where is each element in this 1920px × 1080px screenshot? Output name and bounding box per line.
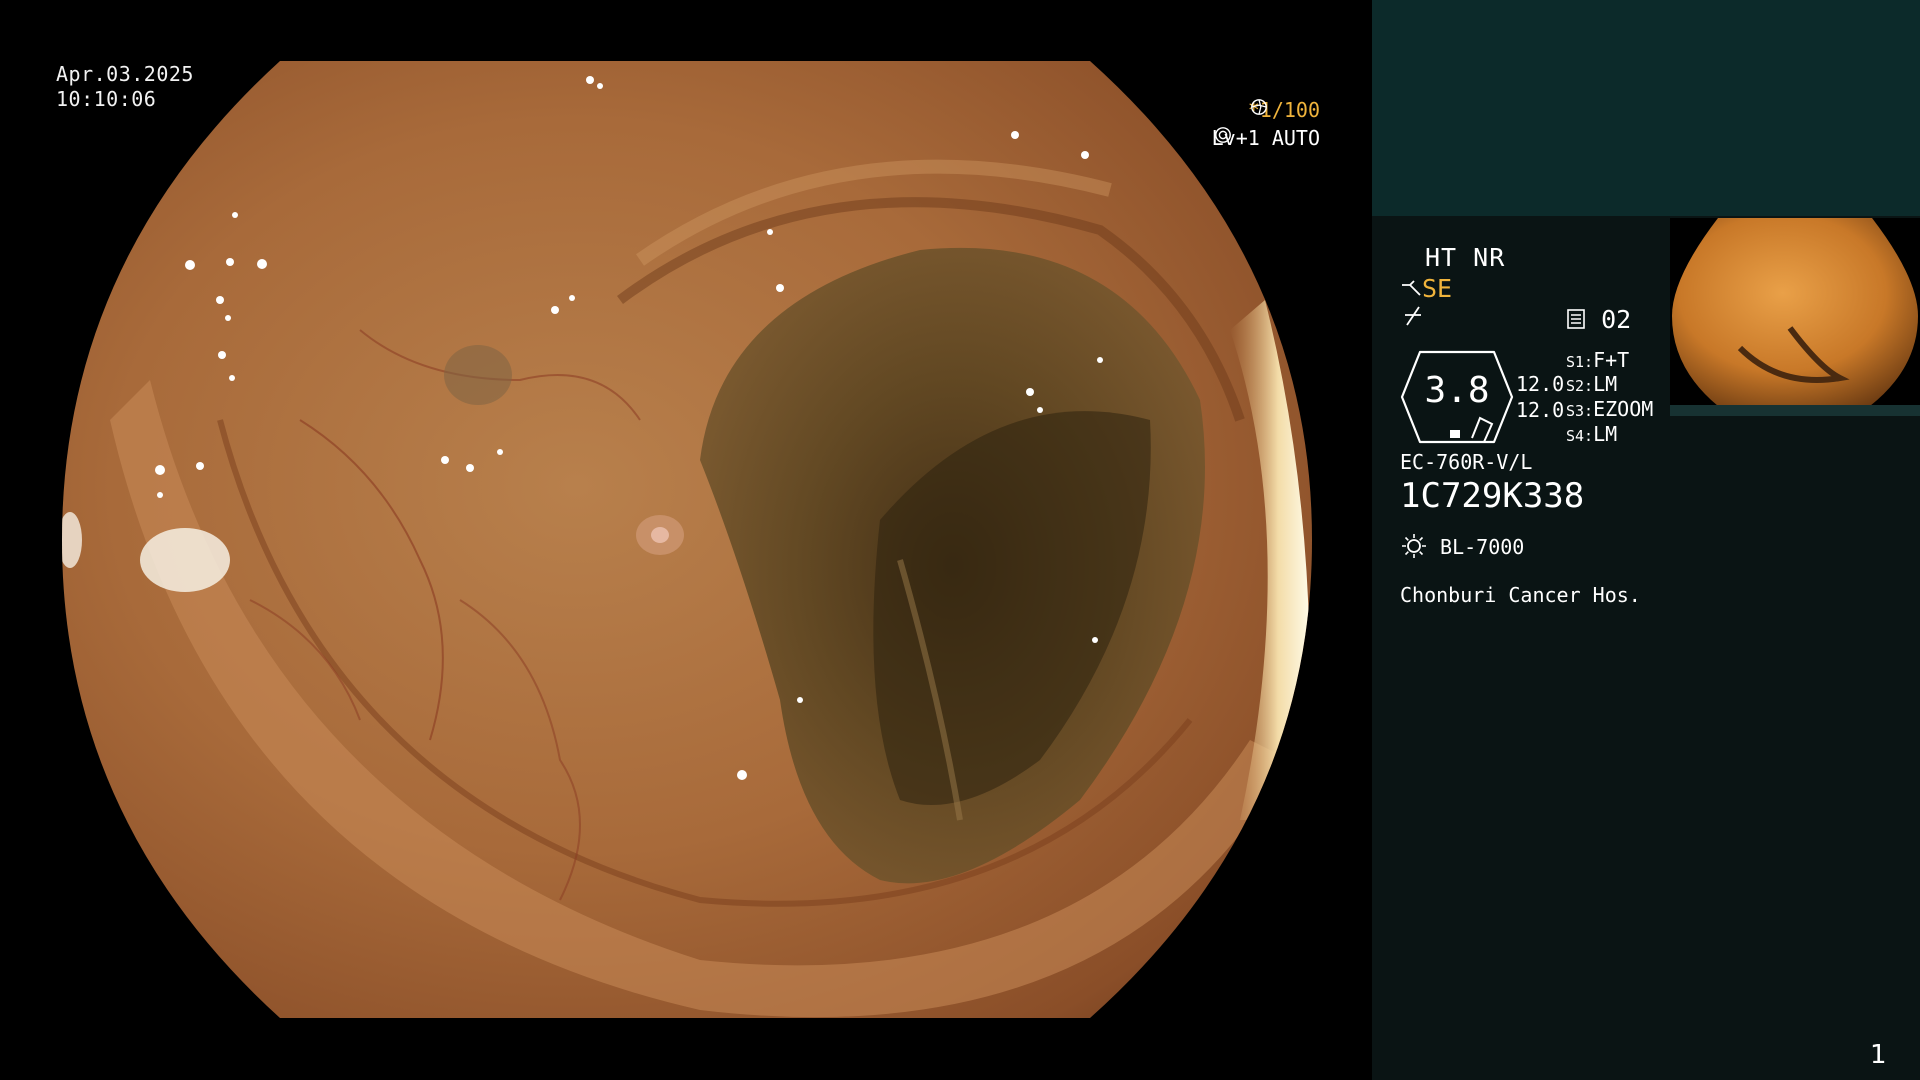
datetime-display: Apr.03.2025 10:10:06 — [56, 62, 194, 112]
switch-s3: S3:EZOOM — [1566, 397, 1653, 421]
fuse-icon — [1405, 306, 1421, 326]
switch-s2: S2:LM — [1566, 372, 1617, 396]
switch-value: LM — [1593, 372, 1618, 396]
zoom-value: 3.8 — [1424, 370, 1490, 411]
exposure-level: Lv+1 AUTO — [1212, 126, 1320, 150]
info-panel-header — [1372, 0, 1920, 216]
record-icon — [1567, 309, 1585, 329]
switch-key: S4: — [1566, 427, 1594, 445]
endoscope-view: Apr.03.2025 10:10:06 *1/100 Lv+1 AUTO — [0, 0, 1372, 1080]
shutter-speed: *1/100 — [1248, 98, 1320, 122]
switch-s1: S1:F+T — [1566, 348, 1629, 372]
switch-s4: S4:LM — [1566, 422, 1617, 446]
color-value-2: 12.0 — [1516, 398, 1565, 422]
scope-serial: 1C729K338 — [1400, 476, 1585, 516]
thumbnail-status-bar — [1670, 405, 1920, 416]
record-number: 02 — [1601, 305, 1632, 334]
light-source: BL-7000 — [1400, 532, 1524, 560]
auto-iris-icon — [1214, 127, 1231, 143]
light-source-icon — [1402, 534, 1426, 558]
hospital-name: Chonburi Cancer Hos. — [1400, 583, 1641, 607]
scope-model: EC-760R-V/L — [1400, 450, 1533, 474]
capture-thumbnail[interactable] — [1670, 218, 1920, 414]
enhancement-mode: SE — [1400, 274, 1452, 303]
fuse-indicator — [1402, 305, 1424, 333]
switch-value: F+T — [1593, 348, 1630, 372]
switch-key: S1: — [1566, 353, 1594, 371]
switch-value: LM — [1593, 422, 1618, 446]
time-text: 10:10:06 — [56, 87, 157, 111]
endoscope-image — [62, 61, 1312, 1018]
record-counter: 02 — [1566, 305, 1631, 334]
zoom-indicator: 3.8 — [1400, 350, 1514, 444]
shutter-mode-icon — [1250, 99, 1267, 115]
switch-key: S2: — [1566, 377, 1594, 395]
switch-value: EZOOM — [1593, 397, 1654, 421]
date-text: Apr.03.2025 — [56, 62, 194, 86]
processing-modes: HT NR — [1425, 243, 1506, 272]
thumbnail-image — [1670, 218, 1918, 406]
light-source-text: BL-7000 — [1440, 535, 1525, 559]
switch-key: S3: — [1566, 402, 1594, 420]
page-number: 1 — [1870, 1040, 1887, 1070]
enhancement-text: SE — [1422, 274, 1453, 303]
color-value-1: 12.0 — [1516, 372, 1565, 396]
scope-tip-icon — [1402, 280, 1421, 296]
